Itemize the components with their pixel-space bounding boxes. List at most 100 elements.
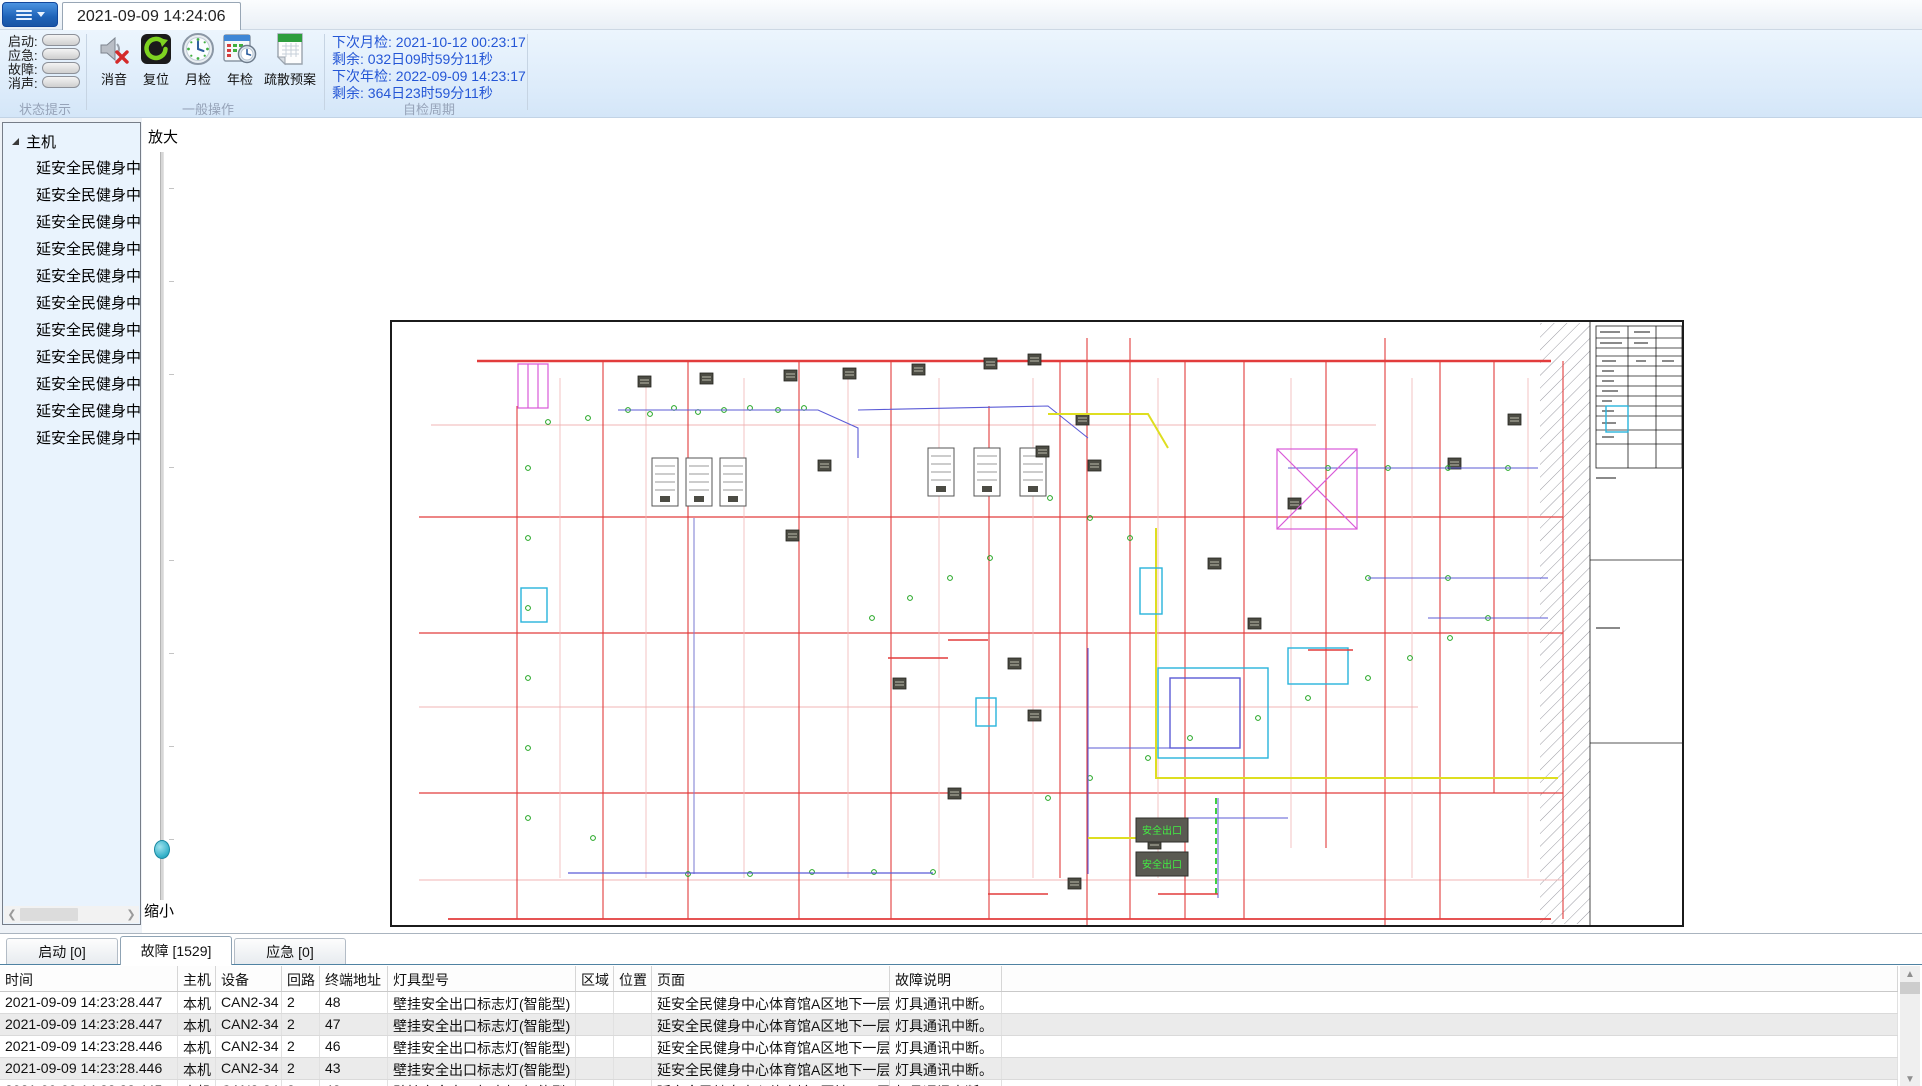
sidebar-item-page[interactable]: 延安全民健身中 bbox=[3, 208, 140, 235]
cell-area bbox=[576, 1058, 614, 1079]
cell-area bbox=[576, 1014, 614, 1035]
ribbon-separator bbox=[324, 34, 325, 110]
column-header-terminal-address[interactable]: 终端地址 bbox=[320, 966, 388, 991]
cell-terminal-address: 43 bbox=[320, 1058, 388, 1079]
event-tab-0[interactable]: 启动 [0] bbox=[6, 938, 118, 964]
fault-table-row[interactable]: 2021-09-09 14:23:28.447本机CAN2-34248壁挂安全出… bbox=[0, 992, 1898, 1014]
cell-loop: 2 bbox=[282, 1080, 320, 1086]
scrollbar-thumb[interactable] bbox=[1900, 982, 1920, 994]
floor-plan-drawing: 安全出口 安全出口 bbox=[388, 318, 1694, 930]
fault-table-row[interactable]: 2021-09-09 14:23:28.447本机CAN2-34247壁挂安全出… bbox=[0, 1014, 1898, 1036]
slider-tick bbox=[169, 467, 174, 468]
scroll-right-arrow-icon[interactable]: ❯ bbox=[123, 906, 139, 923]
exit-sign-text: 安全出口 bbox=[1142, 824, 1182, 837]
cell-position bbox=[614, 1036, 652, 1057]
cell-terminal-address: 47 bbox=[320, 1014, 388, 1035]
cell-filler bbox=[1002, 1014, 1898, 1035]
sidebar-item-page[interactable]: 延安全民健身中 bbox=[3, 316, 140, 343]
drawing-canvas: 放大 缩小 bbox=[142, 118, 1922, 933]
zoom-slider-thumb[interactable] bbox=[154, 840, 170, 859]
sidebar-item-page[interactable]: 延安全民健身中 bbox=[3, 397, 140, 424]
event-table-body: 2021-09-09 14:23:28.447本机CAN2-34248壁挂安全出… bbox=[0, 992, 1898, 1086]
cell-area bbox=[576, 992, 614, 1013]
sidebar-item-page[interactable]: 延安全民健身中 bbox=[3, 181, 140, 208]
cell-page: 延安全民健身中心体育馆A区地下一层 bbox=[652, 992, 890, 1013]
fault-table-row[interactable]: 2021-09-09 14:23:28.446本机CAN2-34243壁挂安全出… bbox=[0, 1058, 1898, 1080]
reset-icon bbox=[139, 32, 173, 66]
event-tabs: 启动 [0]故障 [1529]应急 [0] bbox=[0, 936, 1922, 965]
event-log-panel: 启动 [0]故障 [1529]应急 [0] 时间主机设备回路终端地址灯具型号区域… bbox=[0, 933, 1922, 1086]
cell-time: 2021-09-09 14:23:28.447 bbox=[0, 1014, 178, 1035]
hatched-wall-strip bbox=[1540, 323, 1590, 924]
scroll-left-arrow-icon[interactable]: ❮ bbox=[4, 906, 20, 923]
cell-time: 2021-09-09 14:23:28.447 bbox=[0, 992, 178, 1013]
sidebar-item-page[interactable]: 延安全民健身中 bbox=[3, 154, 140, 181]
cell-page: 延安全民健身中心体育馆A区地下一层 bbox=[652, 1080, 890, 1086]
column-header-host[interactable]: 主机 bbox=[178, 966, 216, 991]
cell-fault-description: 灯具通讯中断。 bbox=[890, 1036, 1002, 1057]
sidebar-item-page[interactable]: 延安全民健身中 bbox=[3, 262, 140, 289]
column-header-position[interactable]: 位置 bbox=[614, 966, 652, 991]
cell-page: 延安全民健身中心体育馆A区地下一层 bbox=[652, 1014, 890, 1035]
fault-table-row[interactable]: 2021-09-09 14:23:28.446本机CAN2-34246壁挂安全出… bbox=[0, 1036, 1898, 1058]
column-header-device[interactable]: 设备 bbox=[216, 966, 282, 991]
cell-fault-description: 灯具通讯中断。 bbox=[890, 992, 1002, 1013]
slider-tick bbox=[169, 188, 174, 189]
slider-tick bbox=[169, 560, 174, 561]
cell-terminal-address: 48 bbox=[320, 992, 388, 1013]
column-header-area[interactable]: 区域 bbox=[576, 966, 614, 991]
column-header-time[interactable]: 时间 bbox=[0, 966, 178, 991]
ribbon-separator bbox=[86, 34, 87, 110]
top-tab-bar: 2021-09-09 14:24:06 bbox=[0, 0, 1922, 30]
scroll-up-arrow-icon[interactable]: ▲ bbox=[1900, 966, 1920, 982]
event-tab-1[interactable]: 故障 [1529] bbox=[120, 936, 232, 965]
start-indicator bbox=[42, 34, 80, 46]
main-area: 主机 延安全民健身中延安全民健身中延安全民健身中延安全民健身中延安全民健身中延安… bbox=[0, 118, 1922, 933]
event-tab-2[interactable]: 应急 [0] bbox=[234, 938, 346, 964]
document-tab[interactable]: 2021-09-09 14:24:06 bbox=[62, 2, 241, 31]
ribbon-toolbar: 启动: 应急: 故障: 消声: 状态提示 消音 复位 月检 bbox=[0, 30, 1922, 118]
sidebar-item-page[interactable]: 延安全民健身中 bbox=[3, 424, 140, 451]
hamburger-icon bbox=[16, 10, 32, 20]
cell-terminal-address: 46 bbox=[320, 1036, 388, 1057]
fault-table-row[interactable]: 2021-09-09 14:23:28.445本机CAN2-34242壁挂安全出… bbox=[0, 1080, 1898, 1086]
scroll-down-arrow-icon[interactable]: ▼ bbox=[1900, 1071, 1920, 1086]
cell-filler bbox=[1002, 1058, 1898, 1079]
column-header-fault-description[interactable]: 故障说明 bbox=[890, 966, 1002, 991]
table-vertical-scrollbar[interactable]: ▲ ▼ bbox=[1900, 966, 1920, 1086]
fault-indicator bbox=[42, 62, 80, 74]
cell-loop: 2 bbox=[282, 992, 320, 1013]
sidebar-item-page[interactable]: 延安全民健身中 bbox=[3, 370, 140, 397]
silenced-indicator bbox=[42, 76, 80, 88]
sidebar-tree-items: 延安全民健身中延安全民健身中延安全民健身中延安全民健身中延安全民健身中延安全民健… bbox=[3, 154, 140, 451]
column-header-filler bbox=[1002, 966, 1898, 991]
tree-horizontal-scrollbar[interactable]: ❮ ❯ bbox=[4, 906, 139, 923]
cell-fault-description: 灯具通讯中断。 bbox=[890, 1058, 1002, 1079]
cell-area bbox=[576, 1080, 614, 1086]
tree-root-host[interactable]: 主机 bbox=[3, 123, 140, 154]
cell-device: CAN2-34 bbox=[216, 992, 282, 1013]
slider-tick bbox=[169, 281, 174, 282]
cell-time: 2021-09-09 14:23:28.446 bbox=[0, 1058, 178, 1079]
scrollbar-thumb[interactable] bbox=[20, 908, 78, 921]
sidebar-item-page[interactable]: 延安全民健身中 bbox=[3, 343, 140, 370]
app-menu-button[interactable] bbox=[2, 2, 58, 27]
cell-area bbox=[576, 1036, 614, 1057]
evacuation-plan-button[interactable]: 疏散预案 bbox=[258, 32, 322, 88]
zoom-slider-track[interactable] bbox=[160, 152, 164, 900]
zoom-out-button[interactable]: 缩小 bbox=[144, 900, 174, 921]
sidebar-item-page[interactable]: 延安全民健身中 bbox=[3, 235, 140, 262]
sidebar-item-page[interactable]: 延安全民健身中 bbox=[3, 289, 140, 316]
column-header-loop[interactable]: 回路 bbox=[282, 966, 320, 991]
cell-filler bbox=[1002, 992, 1898, 1013]
cell-loop: 2 bbox=[282, 1058, 320, 1079]
column-header-lamp-model[interactable]: 灯具型号 bbox=[388, 966, 576, 991]
column-header-page[interactable]: 页面 bbox=[652, 966, 890, 991]
cell-device: CAN2-34 bbox=[216, 1080, 282, 1086]
cell-lamp-model: 壁挂安全出口标志灯(智能型) bbox=[388, 1058, 576, 1079]
mute-speaker-icon bbox=[97, 32, 131, 66]
ribbon-separator bbox=[527, 34, 528, 110]
zoom-in-button[interactable]: 放大 bbox=[148, 126, 178, 147]
evacuation-plan-icon bbox=[273, 32, 307, 66]
slider-tick bbox=[169, 374, 174, 375]
